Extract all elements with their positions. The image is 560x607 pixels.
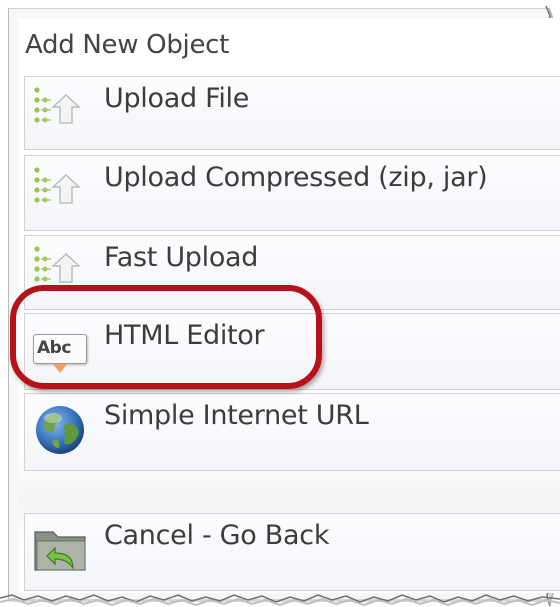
upload-file-label: Upload File — [104, 83, 250, 114]
cancel-go-back-option[interactable]: Cancel - Go Back — [24, 513, 560, 591]
upload-arrow-icon — [34, 167, 81, 204]
cancel-go-back-label: Cancel - Go Back — [104, 520, 330, 551]
torn-edge-bottom — [0, 594, 560, 607]
folder-back-icon — [34, 531, 86, 571]
highlight-circle — [10, 285, 322, 389]
globe-icon — [36, 406, 84, 454]
simple-internet-url-option[interactable]: Simple Internet URL — [24, 393, 560, 471]
upload-compressed-label: Upload Compressed (zip, jar) — [104, 162, 488, 193]
upload-compressed-option[interactable]: Upload Compressed (zip, jar) — [24, 155, 560, 231]
upload-file-option[interactable]: Upload File — [24, 76, 560, 150]
dialog-title: Add New Object — [25, 30, 230, 60]
simple-internet-url-label: Simple Internet URL — [104, 400, 369, 431]
fast-upload-label: Fast Upload — [104, 242, 259, 273]
upload-arrow-icon — [34, 87, 81, 124]
